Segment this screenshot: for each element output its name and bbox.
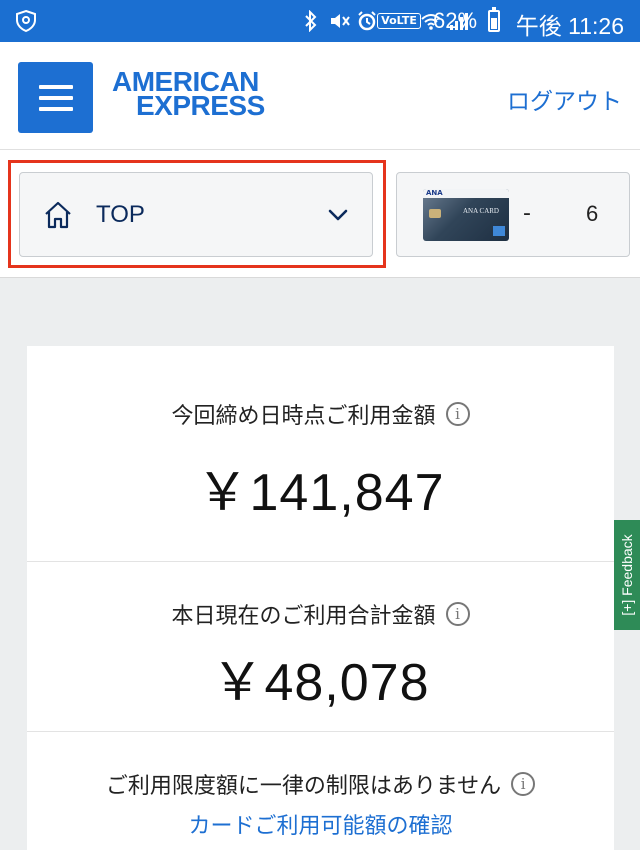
alarm-icon	[356, 10, 378, 32]
card-number-dash: -	[523, 201, 531, 226]
feedback-label: [+] Feedback	[619, 534, 635, 616]
available-credit-link[interactable]: カードご利用可能額の確認	[27, 808, 614, 840]
closing-amount-section: 今回締め日時点ご利用金額 ￥141,847	[27, 346, 614, 562]
card-name: ANA CARD	[463, 207, 499, 215]
ana-card-image: ANA ANA CARD	[423, 189, 509, 241]
logo-line-2: EXPRESS	[136, 90, 265, 121]
clock: 午後 11:26	[515, 13, 624, 39]
page-select-dropdown[interactable]: TOP	[19, 172, 373, 257]
volte-icon: VoLTE	[377, 10, 421, 32]
amex-logo[interactable]: AMERICAN EXPRESS	[112, 68, 265, 121]
shield-icon	[16, 9, 36, 33]
battery-percent: 62%	[433, 8, 478, 33]
limit-title: ご利用限度額に一律の制限はありません	[105, 774, 502, 799]
feedback-tab[interactable]: [+] Feedback	[614, 520, 640, 630]
logout-link[interactable]: ログアウト	[507, 82, 622, 116]
closing-amount-value: ￥141,847	[196, 464, 445, 522]
battery-icon	[488, 7, 500, 32]
home-icon	[45, 201, 71, 229]
info-icon[interactable]	[445, 602, 470, 626]
info-icon[interactable]	[445, 402, 470, 426]
page-select-label: TOP	[96, 201, 145, 228]
hamburger-menu-button[interactable]	[18, 62, 93, 133]
closing-amount-title: 今回締め日時点ご利用金額	[171, 404, 436, 429]
card-select-dropdown[interactable]: ANA ANA CARD - 6	[396, 172, 630, 257]
menu-icon	[38, 84, 73, 89]
limit-section: ご利用限度額に一律の制限はありません カードご利用可能額の確認	[27, 732, 614, 850]
today-amount-section: 本日現在のご利用合計金額 ￥48,078	[27, 562, 614, 732]
today-amount-value: ￥48,078	[211, 654, 430, 712]
bluetooth-icon	[300, 10, 322, 32]
card-brand-text: ANA	[426, 189, 443, 197]
card-number-suffix: 6	[586, 201, 599, 226]
summary-panel: 今回締め日時点ご利用金額 ￥141,847 本日現在のご利用合計金額 ￥48,0…	[27, 346, 614, 850]
app-header: AMERICAN EXPRESS ログアウト	[0, 42, 640, 150]
info-icon[interactable]	[511, 772, 536, 796]
status-bar: VoLTE 62% 午後 11:26	[0, 0, 640, 42]
today-amount-title: 本日現在のご利用合計金額	[171, 604, 436, 629]
chevron-down-icon	[328, 209, 348, 221]
selector-row: TOP ANA ANA CARD - 6	[0, 150, 640, 278]
mute-icon	[328, 10, 350, 32]
